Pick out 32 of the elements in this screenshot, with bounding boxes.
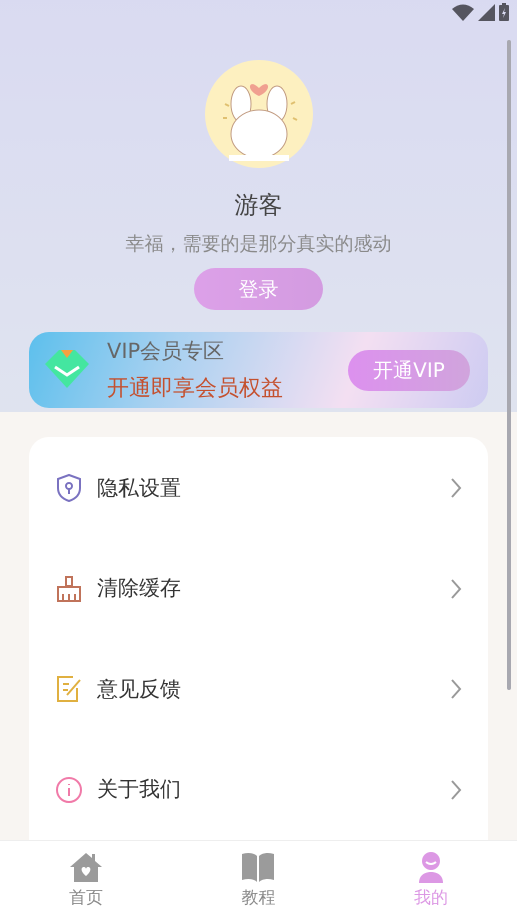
vip-title: VIP会员专区 — [107, 338, 226, 366]
menu-item[interactable]: 关于我们 — [29, 740, 488, 840]
diamond-heart-icon — [45, 350, 89, 390]
menu-item[interactable]: 隐私设置 — [29, 438, 488, 538]
menu-label: 关于我们 — [97, 776, 182, 803]
menu-label: 意见反馈 — [97, 676, 182, 702]
battery-icon — [499, 3, 509, 22]
signal-icon — [478, 4, 495, 21]
user-motto: 幸福，需要的是那分真实的感动 — [126, 232, 392, 258]
book-icon — [240, 851, 276, 883]
chevron-right-icon — [450, 578, 462, 600]
chevron-right-icon — [450, 678, 462, 700]
wifi-icon — [452, 4, 474, 21]
menu-label: 清除缓存 — [97, 575, 182, 602]
vip-subtitle: 开通即享会员权益 — [107, 375, 284, 404]
chevron-right-icon — [450, 778, 462, 801]
chevron-right-icon — [450, 477, 462, 500]
note-edit-icon — [55, 674, 83, 704]
broom-icon — [55, 574, 83, 604]
menu-item[interactable]: 意见反馈 — [29, 639, 488, 740]
info-icon — [55, 774, 83, 805]
tab[interactable]: 教程 — [172, 841, 345, 920]
tab[interactable]: 首页 — [0, 841, 172, 920]
user-name: 游客 — [234, 190, 282, 222]
login-button[interactable]: 登录 — [194, 268, 323, 310]
house-icon — [68, 851, 104, 883]
menu-label: 隐私设置 — [97, 474, 182, 502]
menu-item[interactable]: 清除缓存 — [29, 538, 488, 639]
vip-banner[interactable]: VIP会员专区 开通即享会员权益 开通VIP — [29, 332, 488, 408]
open-vip-button[interactable]: 开通VIP — [348, 350, 470, 391]
shield-icon — [55, 473, 83, 504]
tab[interactable]: 我的 — [344, 841, 517, 920]
